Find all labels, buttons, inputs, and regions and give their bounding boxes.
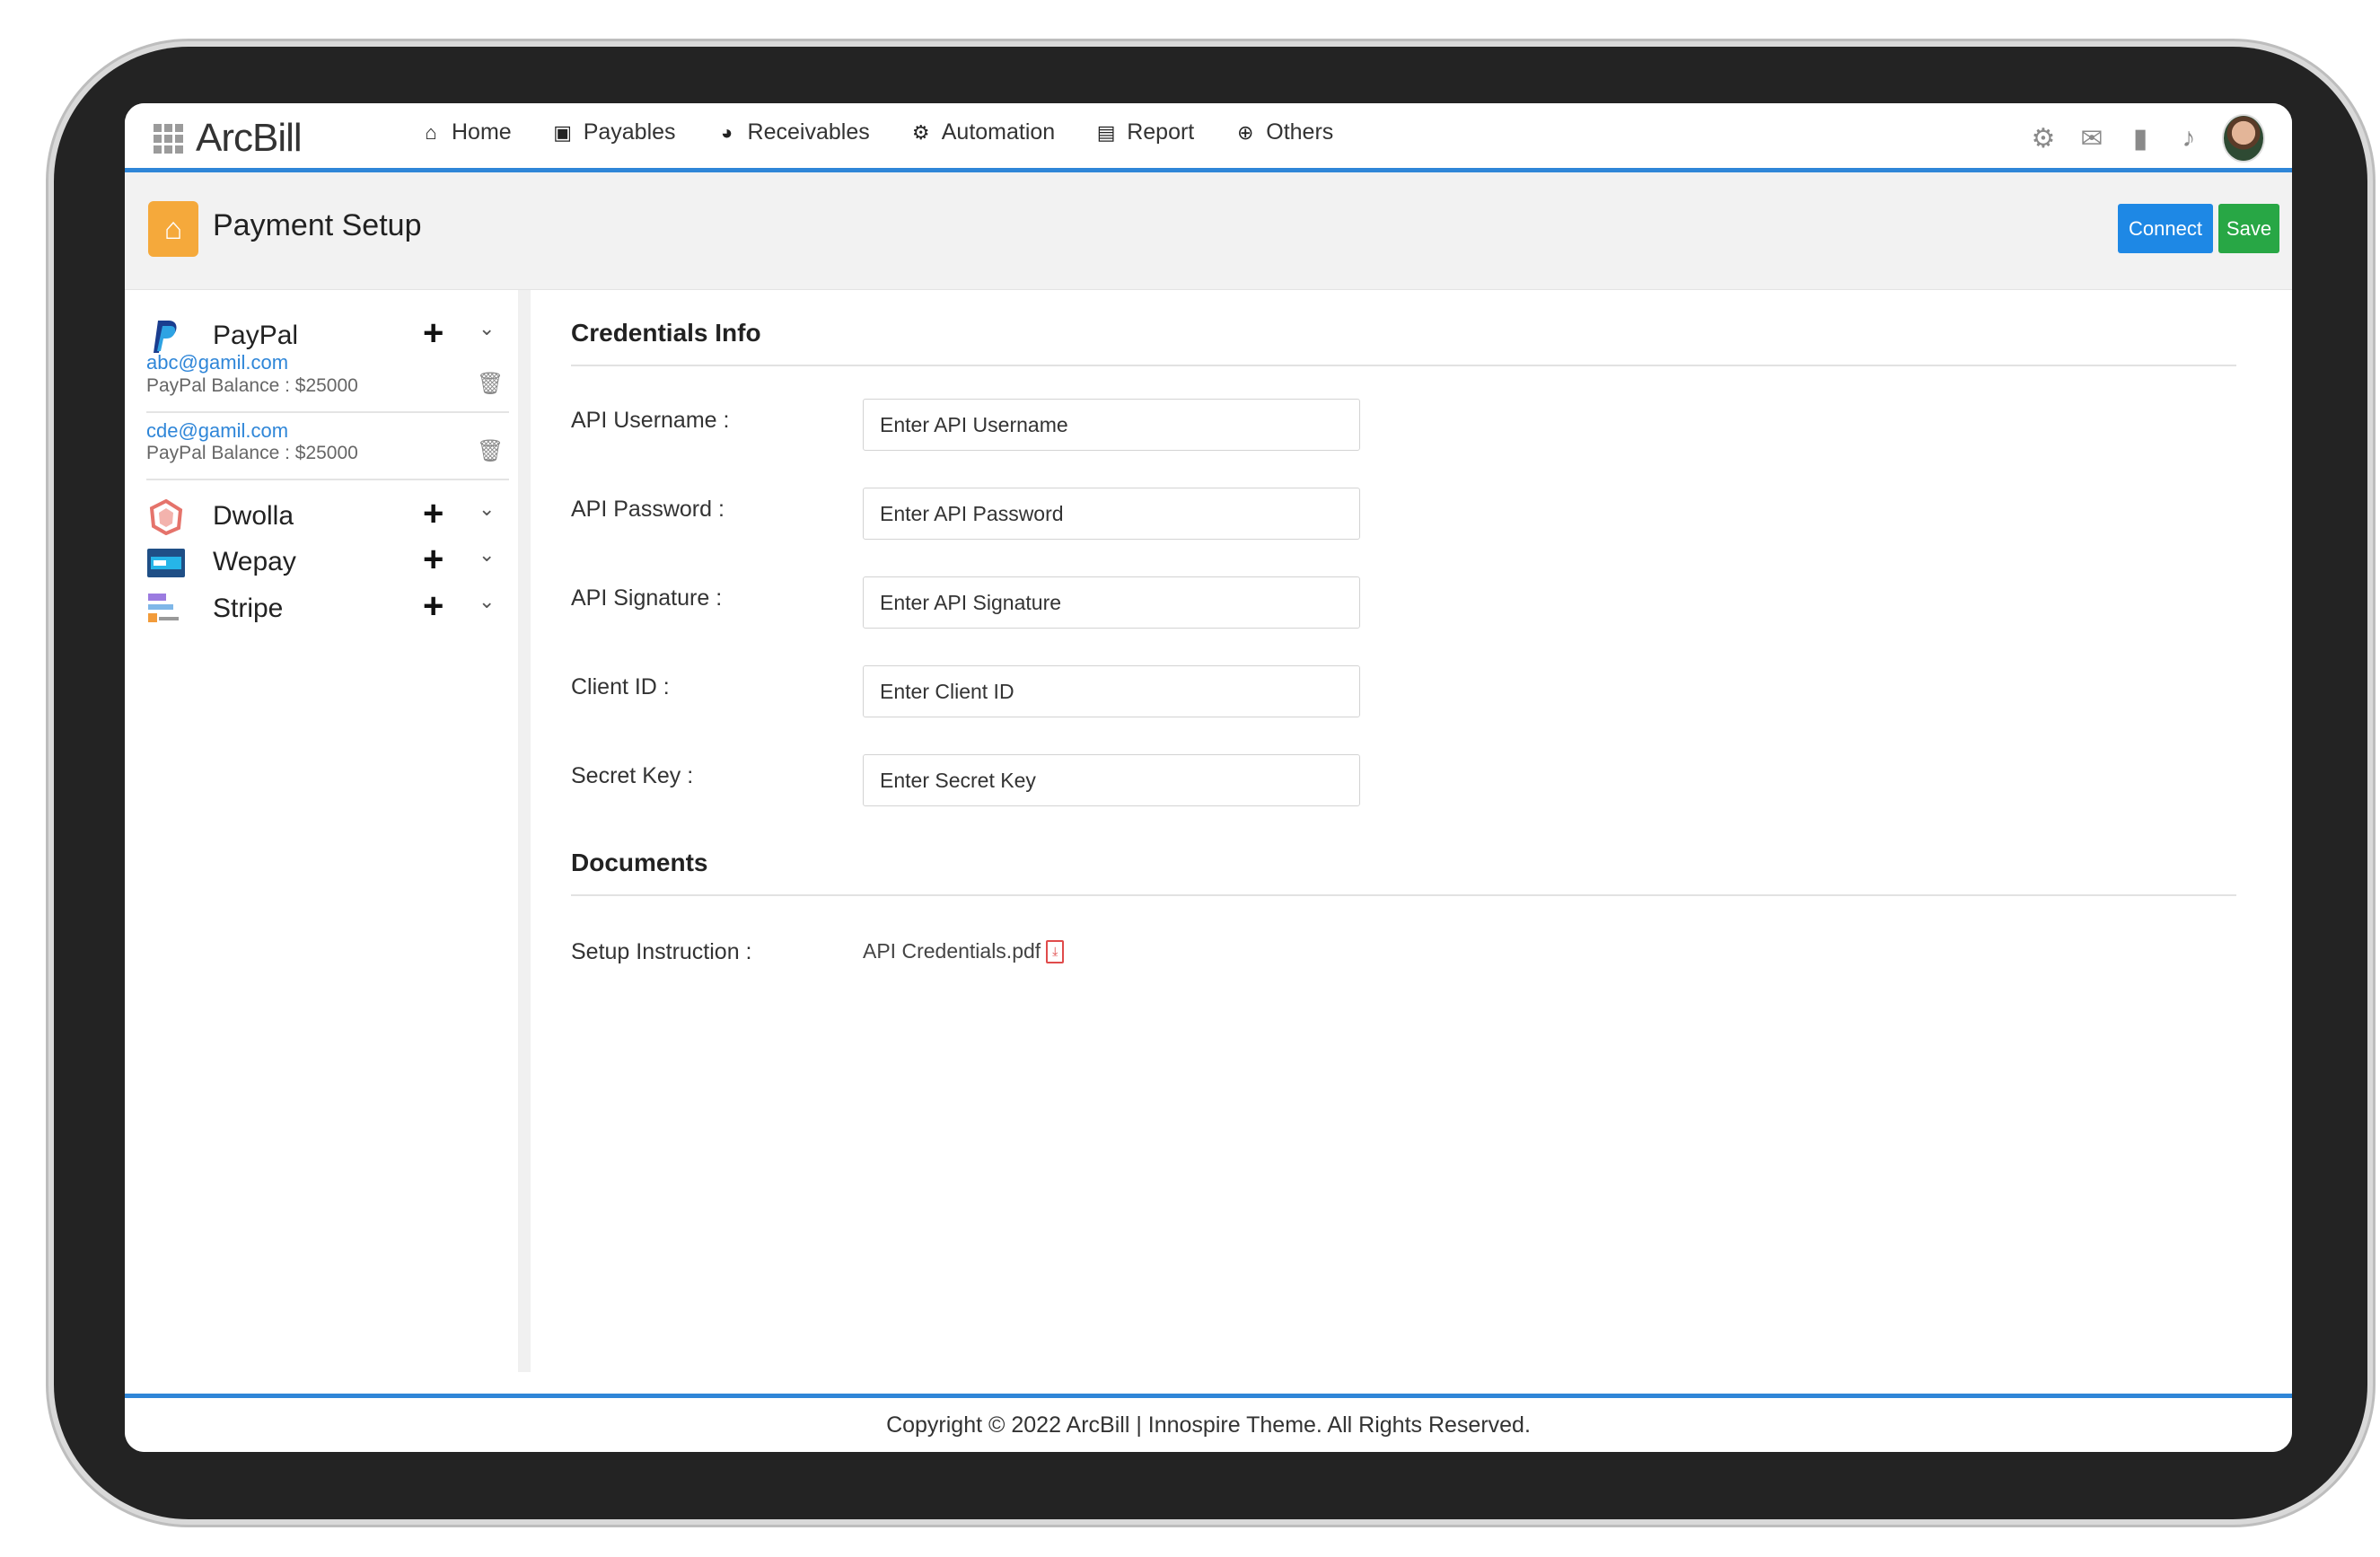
documents-section-title: Documents	[571, 849, 708, 876]
main-content: Credentials Info API Username : API Pass…	[556, 290, 2244, 1381]
nav-label: Automation	[941, 119, 1056, 145]
sidebar-divider	[518, 290, 531, 1372]
gear-icon[interactable]: ⚙	[2028, 123, 2059, 154]
briefcase-icon: ▣	[553, 120, 573, 144]
account-email[interactable]: cde@gamil.com	[146, 419, 288, 443]
pdf-file-name: API Credentials.pdf	[863, 939, 1041, 963]
header-actions: Connect Save	[2118, 204, 2279, 253]
top-navbar: ArcBill ⌂ Home ▣ Payables ◕ Receivables …	[125, 103, 2292, 172]
nav-payables[interactable]: ▣ Payables	[553, 119, 676, 145]
account-balance: PayPal Balance : $25000	[146, 375, 358, 396]
apps-grid-icon[interactable]	[154, 123, 183, 154]
api-username-input[interactable]	[863, 399, 1360, 451]
stripe-logo-icon	[146, 590, 186, 629]
nav-receivables[interactable]: ◕ Receivables	[717, 119, 870, 145]
trash-icon[interactable]: 🗑	[477, 371, 504, 397]
chevron-down-icon[interactable]: ⌄	[479, 497, 495, 521]
provider-name: Dwolla	[213, 501, 294, 531]
nav-automation[interactable]: ⚙ Automation	[911, 119, 1055, 145]
api-password-input[interactable]	[863, 488, 1360, 540]
divider	[146, 479, 509, 480]
file-icon[interactable]: ▮	[2125, 123, 2156, 154]
bell-icon[interactable]: ♪	[2174, 123, 2204, 154]
top-right-icons: ⚙ ✉ ▮ ♪	[2028, 114, 2265, 163]
divider	[571, 894, 2236, 896]
secret-key-label: Secret Key :	[571, 763, 694, 788]
chevron-down-icon[interactable]: ⌄	[479, 543, 495, 567]
save-button[interactable]: Save	[2218, 204, 2279, 253]
provider-stripe[interactable]: Stripe + ⌄	[146, 583, 505, 637]
avatar[interactable]	[2222, 114, 2265, 163]
api-signature-label: API Signature :	[571, 585, 723, 611]
provider-name: PayPal	[213, 321, 299, 350]
home-icon: ⌂	[148, 201, 198, 257]
trash-icon[interactable]: 🗑	[477, 438, 504, 464]
dwolla-logo-icon	[146, 497, 186, 537]
nav-label: Payables	[583, 119, 676, 145]
nav-label: Report	[1127, 119, 1195, 145]
nav-label: Others	[1266, 119, 1334, 145]
plus-circle-icon: ⊕	[1237, 120, 1254, 144]
api-password-label: API Password :	[571, 497, 725, 522]
credentials-section-title: Credentials Info	[571, 319, 761, 347]
provider-name: Wepay	[213, 547, 296, 576]
file-icon: ▤	[1096, 120, 1116, 144]
add-account-button[interactable]: +	[423, 586, 444, 627]
client-id-label: Client ID :	[571, 674, 670, 699]
chevron-down-icon[interactable]: ⌄	[479, 590, 495, 613]
brand[interactable]: ArcBill	[154, 116, 303, 161]
page-title: Payment Setup	[213, 208, 422, 242]
add-account-button[interactable]: +	[423, 313, 444, 354]
nav-report[interactable]: ▤ Report	[1096, 119, 1194, 145]
api-username-label: API Username :	[571, 408, 730, 433]
account-email[interactable]: abc@gamil.com	[146, 351, 288, 374]
pdf-download-link[interactable]: API Credentials.pdf ⤓	[863, 939, 1065, 963]
home-icon: ⌂	[425, 120, 437, 144]
provider-wepay[interactable]: Wepay + ⌄	[146, 536, 505, 590]
page-header: ⌂ Payment Setup Connect Save	[125, 172, 2292, 290]
nav-label: Receivables	[747, 119, 870, 145]
brand-name: ArcBill	[196, 116, 303, 160]
nav-label: Home	[452, 119, 512, 145]
secret-key-input[interactable]	[863, 754, 1360, 806]
payment-providers-sidebar: PayPal + ⌄ abc@gamil.com PayPal Balance …	[125, 290, 518, 1381]
pdf-icon: ⤓	[1046, 939, 1065, 963]
provider-name: Stripe	[213, 594, 284, 623]
divider	[146, 411, 509, 413]
connect-button[interactable]: Connect	[2118, 204, 2213, 253]
app-screen: ArcBill ⌂ Home ▣ Payables ◕ Receivables …	[125, 103, 2292, 1452]
account-balance: PayPal Balance : $25000	[146, 443, 358, 463]
api-signature-input[interactable]	[863, 576, 1360, 629]
footer: Copyright © 2022 ArcBill | Innospire The…	[125, 1394, 2292, 1452]
client-id-input[interactable]	[863, 665, 1360, 717]
main-nav: ⌂ Home ▣ Payables ◕ Receivables ⚙ Automa…	[421, 119, 1333, 145]
setup-instruction-label: Setup Instruction :	[571, 939, 752, 964]
cogs-icon: ⚙	[911, 120, 930, 144]
pie-chart-icon: ◕	[720, 120, 733, 144]
wepay-logo-icon	[146, 543, 186, 583]
copyright-text: Copyright © 2022 ArcBill | Innospire The…	[886, 1412, 1531, 1438]
divider	[571, 365, 2236, 366]
nav-others[interactable]: ⊕ Others	[1235, 119, 1333, 145]
nav-home[interactable]: ⌂ Home	[421, 119, 512, 145]
chevron-down-icon[interactable]: ⌄	[479, 317, 495, 340]
add-account-button[interactable]: +	[423, 540, 444, 580]
mail-icon[interactable]: ✉	[2077, 123, 2107, 154]
add-account-button[interactable]: +	[423, 494, 444, 534]
